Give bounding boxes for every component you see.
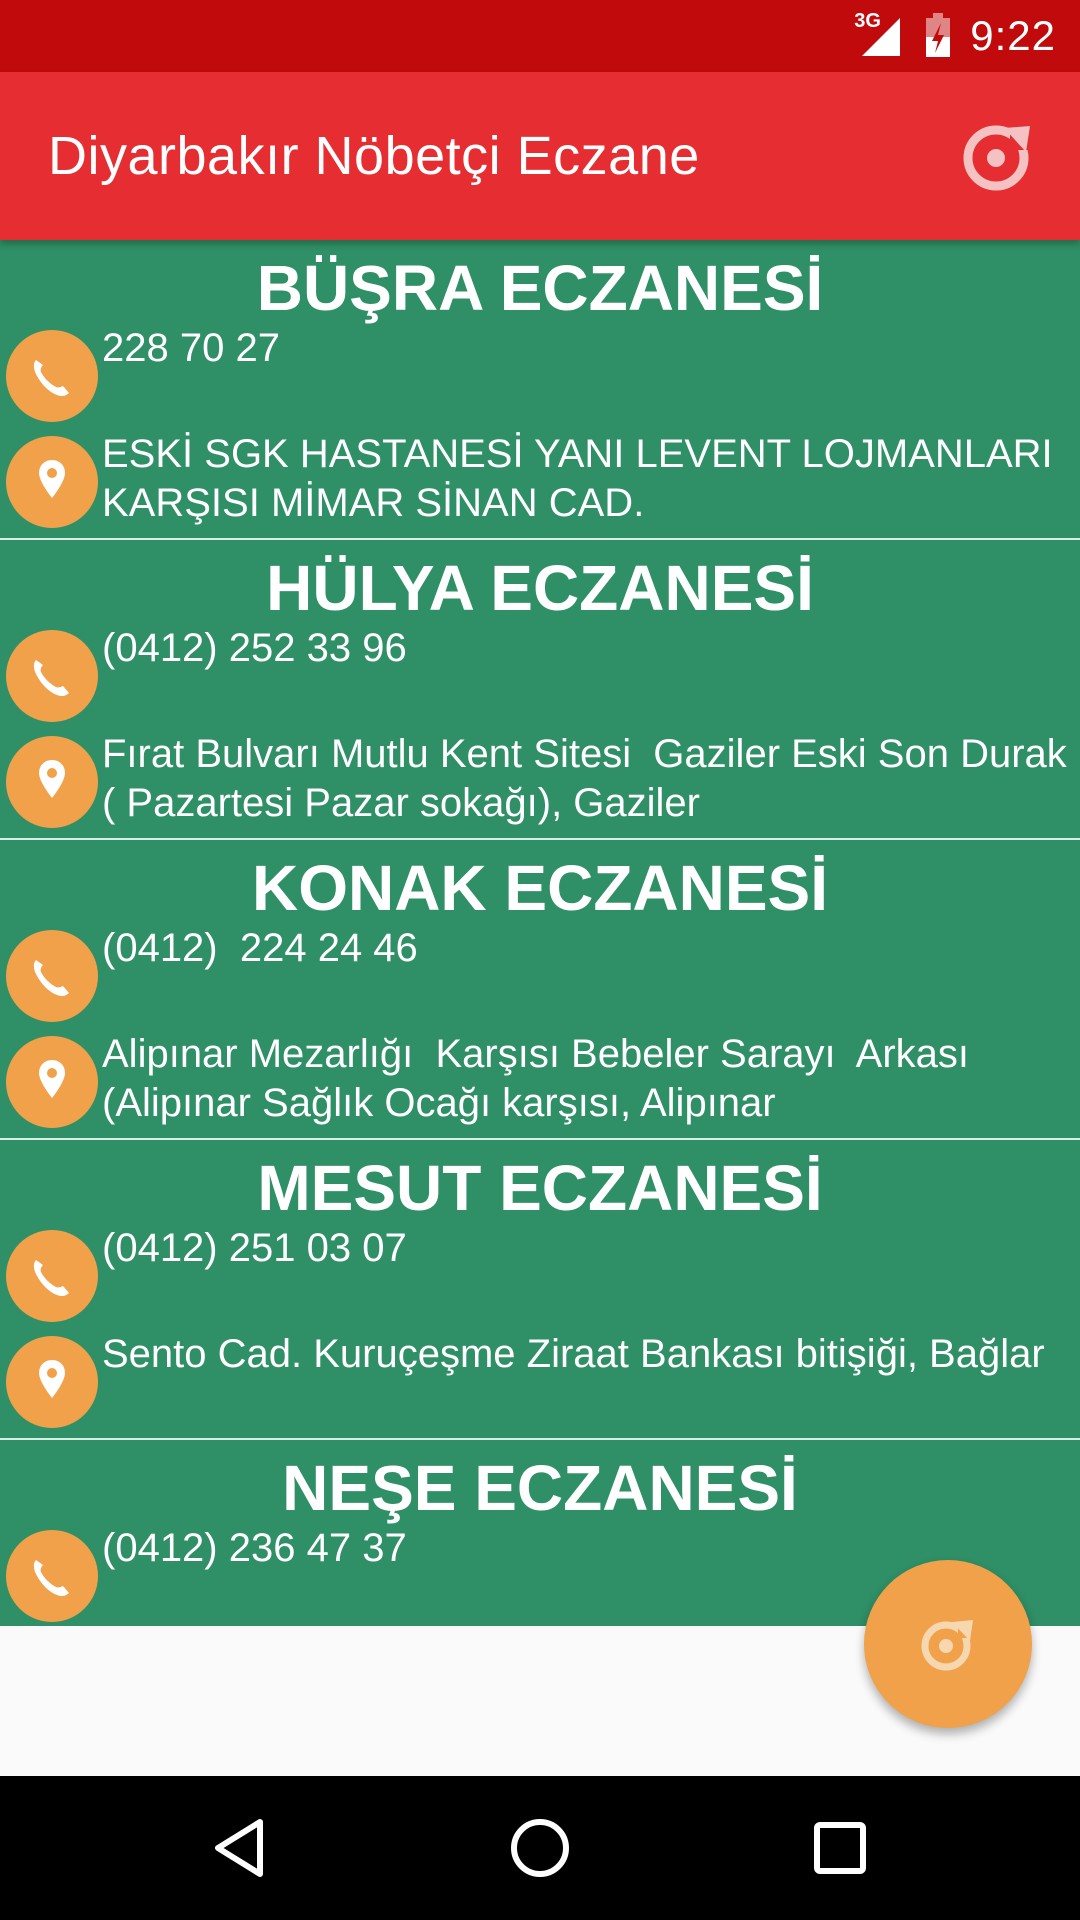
back-button[interactable] bbox=[204, 1812, 276, 1884]
phone-number: (0412) 251 03 07 bbox=[102, 1226, 407, 1270]
phone-icon[interactable] bbox=[6, 330, 98, 422]
pharmacy-card[interactable]: BÜŞRA ECZANESİ 228 70 27 ESKİ SGK HASTAN… bbox=[0, 240, 1080, 540]
screen: 3G 9:22 Diyarbakır Nöbetçi Eczane BÜŞRA … bbox=[0, 0, 1080, 1920]
refresh-icon bbox=[963, 124, 1036, 191]
pharmacy-name: NEŞE ECZANESİ bbox=[282, 1452, 798, 1524]
app-title: Diyarbakır Nöbetçi Eczane bbox=[48, 126, 700, 186]
signal-icon bbox=[862, 18, 901, 56]
home-button[interactable] bbox=[504, 1812, 576, 1884]
pharmacy-card[interactable]: MESUT ECZANESİ (0412) 251 03 07 Sento Ca… bbox=[0, 1140, 1080, 1440]
pharmacy-list: BÜŞRA ECZANESİ 228 70 27 ESKİ SGK HASTAN… bbox=[0, 240, 1080, 1626]
pharmacy-name: BÜŞRA ECZANESİ bbox=[256, 252, 824, 324]
navigation-bar bbox=[0, 1776, 1080, 1920]
location-pin-icon[interactable] bbox=[6, 1336, 98, 1428]
app-bar: Diyarbakır Nöbetçi Eczane bbox=[0, 72, 1080, 240]
status-bar: 3G 9:22 bbox=[0, 0, 1080, 72]
phone-number: (0412) 224 24 46 bbox=[102, 926, 418, 970]
phone-number: (0412) 252 33 96 bbox=[102, 626, 407, 670]
address-text: Alipınar Mezarlığı Karşısı Bebeler Saray… bbox=[102, 1032, 981, 1125]
address-text: ESKİ SGK HASTANESİ YANI LEVENT LOJMANLAR… bbox=[102, 432, 1064, 525]
location-pin-icon[interactable] bbox=[6, 436, 98, 528]
pharmacy-name: KONAK ECZANESİ bbox=[251, 852, 829, 924]
location-pin-icon[interactable] bbox=[6, 1036, 98, 1128]
back-icon bbox=[215, 1819, 263, 1877]
recents-icon bbox=[814, 1822, 866, 1874]
phone-icon[interactable] bbox=[6, 1230, 98, 1322]
refresh-icon bbox=[921, 1618, 978, 1671]
pharmacy-card[interactable]: HÜLYA ECZANESİ (0412) 252 33 96 Fırat Bu… bbox=[0, 540, 1080, 840]
phone-icon[interactable] bbox=[6, 930, 98, 1022]
phone-icon[interactable] bbox=[6, 1530, 98, 1622]
pharmacy-card[interactable]: KONAK ECZANESİ (0412) 224 24 46 Alipınar… bbox=[0, 840, 1080, 1140]
recents-button[interactable] bbox=[804, 1812, 876, 1884]
pharmacy-name: HÜLYA ECZANESİ bbox=[266, 552, 814, 624]
battery-icon bbox=[926, 13, 951, 57]
phone-icon[interactable] bbox=[6, 630, 98, 722]
location-pin-icon[interactable] bbox=[6, 736, 98, 828]
refresh-button[interactable] bbox=[960, 118, 1036, 194]
home-icon bbox=[511, 1819, 569, 1877]
pharmacy-name: MESUT ECZANESİ bbox=[257, 1152, 823, 1224]
phone-number: 228 70 27 bbox=[102, 326, 280, 370]
address-text: Fırat Bulvarı Mutlu Kent Sitesi Gaziler … bbox=[102, 732, 1078, 825]
address-text: Sento Cad. Kuruçeşme Ziraat Bankası biti… bbox=[102, 1332, 1045, 1376]
clock: 9:22 bbox=[970, 12, 1056, 59]
refresh-fab[interactable] bbox=[864, 1560, 1032, 1728]
status-icons: 3G 9:22 bbox=[854, 0, 1056, 72]
signal-indicator: 3G bbox=[854, 10, 906, 58]
